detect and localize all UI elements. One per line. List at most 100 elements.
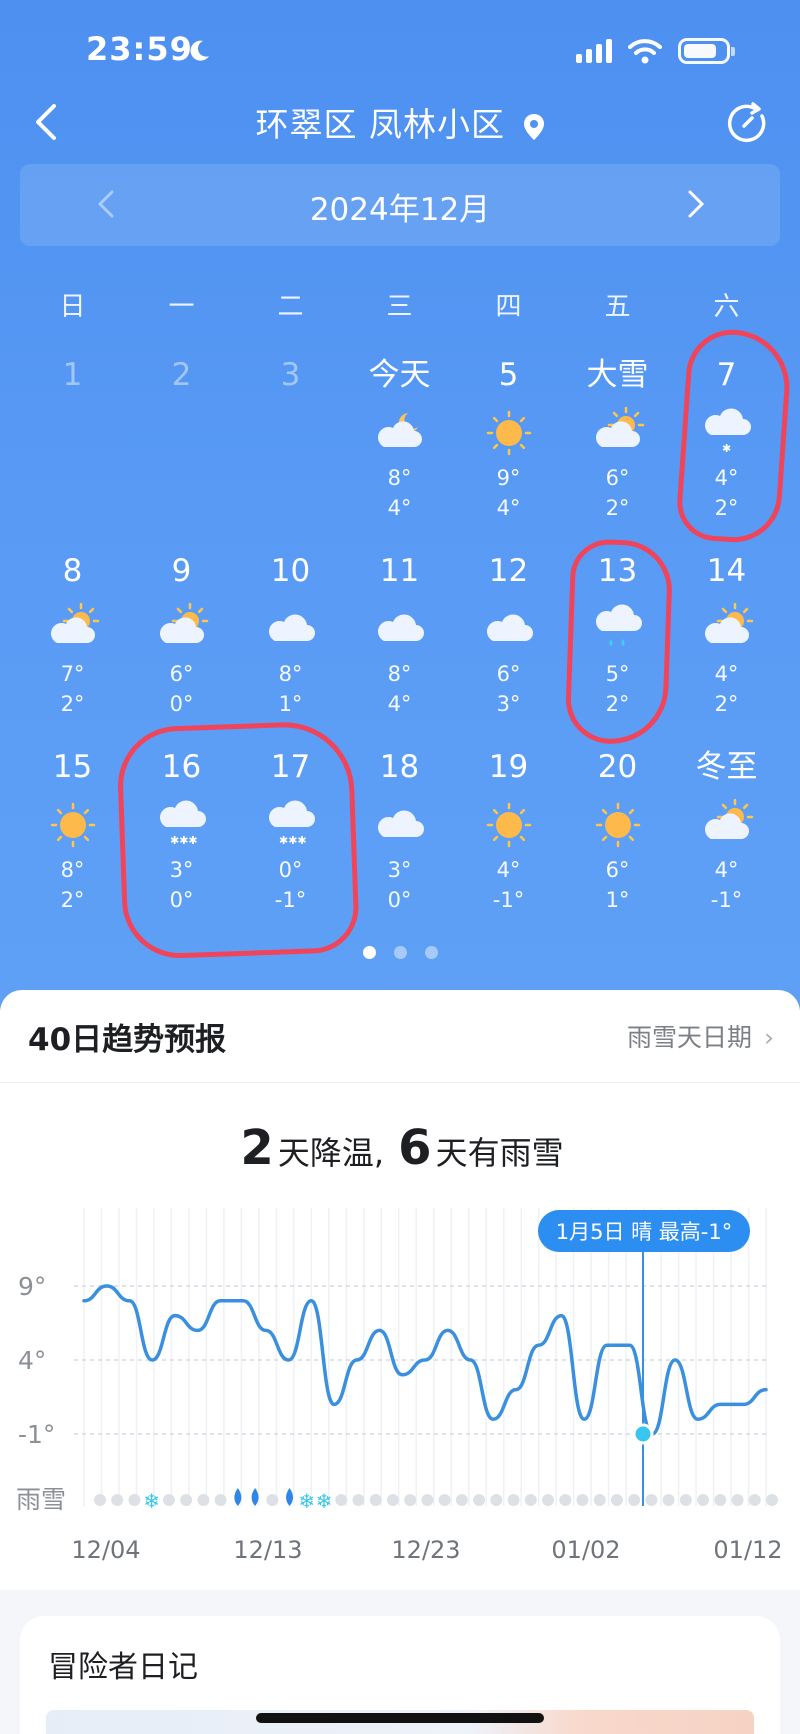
calendar-day-cell[interactable]: 5 9° 4° [454,355,563,551]
day-low-temp: 3° [496,692,521,716]
precip-dates-link[interactable]: 雨雪天日期 › [627,1018,774,1054]
day-low-temp: 4° [387,692,412,716]
day-label: 15 [52,749,93,785]
calendar-day-cell[interactable]: 3 [236,355,345,551]
day-label: 10 [270,553,311,589]
precip-day-dot [111,1494,124,1506]
weekday-label: 二 [277,292,304,322]
wifi-icon [628,39,662,64]
next-month-button[interactable] [676,186,712,222]
month-label: 2024年12月 [309,192,491,228]
chart-x-tick-label: 12/13 [233,1536,302,1564]
chart-y-tick-label: 9° [18,1272,46,1301]
calendar-day-cell[interactable]: 18 3° 0° [345,747,454,943]
calendar-day-cell[interactable]: 14 4° 2° [672,551,781,747]
svg-text:✱✱✱: ✱✱✱ [170,834,198,847]
cloudy-icon [268,614,315,641]
day-high-temp: 8° [387,662,412,686]
precip-day-dot [197,1494,210,1506]
day-high-temp: 6° [496,662,521,686]
precip-day-dot [404,1494,417,1506]
day-low-temp: 2° [605,692,630,716]
weekday-label: 五 [604,292,631,322]
day-high-temp: 9° [496,466,521,490]
month-navigator: 2024年12月 [20,164,780,246]
precip-day-dot [731,1494,744,1506]
rain-icon [595,604,642,646]
day-low-temp: -1° [492,888,525,912]
day-low-temp: 0° [169,692,194,716]
calendar-week-row: 15 8° 2° 16 ✱✱✱ 3° 0° 17 ✱✱✱ 0° -1° 18 3° 0° 19 4° -1° 20… [18,747,782,943]
precip-day-dot [473,1494,486,1506]
precip-day-dot [628,1494,641,1506]
precip-day-dot [352,1494,365,1506]
calendar-day-cell[interactable]: 16 ✱✱✱ 3° 0° [127,747,236,943]
precip-day-dot [507,1494,520,1506]
location-label: 环翠区 凤林小区 [255,105,505,144]
day-low-temp: 2° [714,496,739,520]
location-title[interactable]: 环翠区 凤林小区 [0,98,800,146]
precip-day-dot [748,1494,761,1506]
weekday-header: 日 一 二 三 四 五 六 [18,286,782,323]
precip-day-dot [714,1494,727,1506]
precip-day-dot [610,1494,623,1506]
precip-day-dot [559,1494,572,1506]
calendar-day-cell[interactable]: 17 ✱✱✱ 0° -1° [236,747,345,943]
day-low-temp: 2° [714,692,739,716]
svg-text:✱: ✱ [722,442,731,455]
sunny-icon [486,410,531,456]
day-high-temp: 4° [496,858,521,882]
cloudy-icon [486,614,533,641]
calendar-day-cell[interactable]: 2 [127,355,236,551]
day-low-temp: 1° [605,888,630,912]
calendar-day-cell[interactable]: 20 6° 1° [563,747,672,943]
sunny-icon [50,802,95,848]
divider [0,1082,800,1083]
calendar-day-cell[interactable]: 大雪 6° 2° [563,355,672,551]
page-dot[interactable] [424,946,438,959]
partly-cloudy-icon [159,603,208,643]
sunny-icon [486,802,531,848]
calendar-day-cell[interactable]: 1 [18,355,127,551]
chevron-right-icon: › [764,1023,774,1052]
day-label: 19 [488,749,529,785]
calendar-day-cell[interactable]: 12 6° 3° [454,551,563,747]
calendar-day-cell[interactable]: 11 8° 4° [345,551,454,747]
cloudy-icon [377,614,424,641]
status-indicators [576,38,735,64]
day-high-temp: 8° [60,858,85,882]
chart-y-tick-label: 4° [18,1346,46,1375]
calendar-day-cell[interactable]: 冬至 4° -1° [672,747,781,943]
snow-icon: ✱✱✱ [159,800,206,847]
day-label: 16 [161,749,202,785]
weekday-label: 四 [495,292,522,322]
page-dot[interactable] [393,946,407,959]
day-high-temp: 5° [605,662,630,686]
day-low-temp: 0° [387,888,412,912]
temperature-trend-chart[interactable]: 9°4°-1°1月5日 晴 最高-1°雨雪 ❄ ❄ ❄12/04 12/13 12/23 0… [0,1090,800,1570]
day-label: 冬至 [695,749,758,785]
highlight-point [632,1423,654,1445]
calendar-day-cell[interactable]: 9 6° 0° [127,551,236,747]
chart-x-tick-label: 12/04 [71,1536,140,1564]
partly-cloudy-icon [595,407,644,447]
weekday-label: 一 [168,292,195,322]
day-label: 12 [488,553,529,589]
page-dot[interactable] [362,946,376,959]
day-label: 11 [379,553,420,589]
calendar-day-cell[interactable]: 10 8° 1° [236,551,345,747]
calendar-day-cell[interactable]: 13 5° 2° [563,551,672,747]
day-high-temp: 6° [605,858,630,882]
day-low-temp: -1° [710,888,743,912]
calendar-day-cell[interactable]: 7 ✱ 4° 2° [672,355,781,551]
precip-day-dot [214,1494,227,1506]
precip-day-dot [180,1494,193,1506]
calendar-day-cell[interactable]: 8 7° 2° [18,551,127,747]
calendar-day-cell[interactable]: 15 8° 2° [18,747,127,943]
calendar-day-cell[interactable]: 19 4° -1° [454,747,563,943]
day-low-temp: 2° [605,496,630,520]
calendar-day-cell[interactable]: 今天 8° 4° [345,355,454,551]
day-high-temp: 3° [169,858,194,882]
refresh-icon[interactable] [726,102,770,146]
calendar-week-row: 1 2 3 今天 8° 4° 5 9° 4° 大雪 6° 2° 7 ✱ 4° 2° [18,355,782,551]
